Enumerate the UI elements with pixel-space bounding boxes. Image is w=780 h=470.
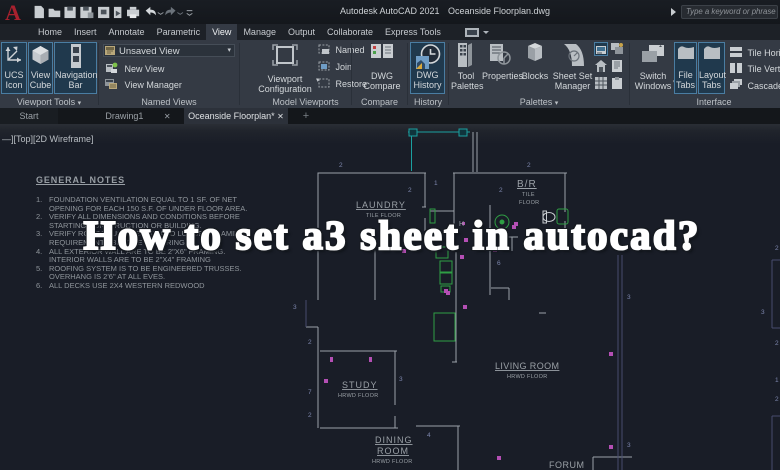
svg-text:STUDY: STUDY xyxy=(342,380,378,390)
svg-text:1: 1 xyxy=(775,377,779,384)
svg-text:3: 3 xyxy=(761,309,765,316)
svg-text:7: 7 xyxy=(308,389,312,396)
svg-text:4: 4 xyxy=(427,432,431,439)
svg-text:TILE: TILE xyxy=(522,192,535,198)
svg-text:LIVING ROOM: LIVING ROOM xyxy=(495,361,559,371)
svg-text:2: 2 xyxy=(775,340,779,347)
svg-text:2: 2 xyxy=(308,412,312,419)
svg-text:2: 2 xyxy=(527,162,531,169)
svg-text:LAUNDRY: LAUNDRY xyxy=(356,200,406,210)
svg-text:ROOM: ROOM xyxy=(377,446,409,456)
svg-text:HRWD FLOOR: HRWD FLOOR xyxy=(507,374,547,380)
svg-text:1: 1 xyxy=(434,180,438,187)
svg-text:3: 3 xyxy=(627,442,631,449)
svg-text:3: 3 xyxy=(399,376,403,383)
svg-text:FORUM: FORUM xyxy=(549,460,585,470)
svg-text:HRWD FLOOR: HRWD FLOOR xyxy=(338,393,378,399)
svg-text:3: 3 xyxy=(293,304,297,311)
svg-text:3: 3 xyxy=(627,294,631,301)
svg-text:2: 2 xyxy=(308,339,312,346)
svg-text:HRWD FLOOR: HRWD FLOOR xyxy=(372,459,412,465)
svg-text:2: 2 xyxy=(339,162,343,169)
svg-text:FLOOR: FLOOR xyxy=(519,200,539,206)
svg-text:2: 2 xyxy=(499,187,503,194)
svg-text:6: 6 xyxy=(497,260,501,267)
svg-text:B/R: B/R xyxy=(517,179,537,190)
svg-text:2: 2 xyxy=(408,187,412,194)
svg-text:DINING: DINING xyxy=(375,435,413,445)
svg-text:2: 2 xyxy=(775,396,779,403)
